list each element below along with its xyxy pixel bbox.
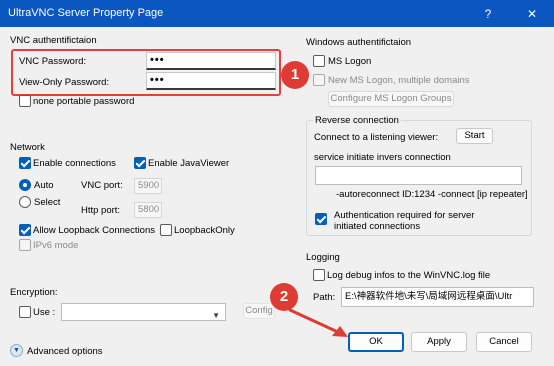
ipv6-label: IPv6 mode xyxy=(33,240,79,251)
loopback-only-label: LoopbackOnly xyxy=(174,225,235,236)
start-button[interactable]: Start xyxy=(456,128,493,144)
auto-radio[interactable] xyxy=(19,179,31,191)
none-portable-label: none portable password xyxy=(33,96,135,107)
enable-connections-label: Enable connections xyxy=(33,158,116,169)
highlight-box-passwords xyxy=(11,49,281,96)
expand-chevron-icon[interactable]: ▼ xyxy=(10,344,23,357)
vnc-port-label: VNC port: xyxy=(81,180,123,191)
new-ms-logon-label: New MS Logon, multiple domains xyxy=(328,75,470,86)
allow-loopback-label: Allow Loopback Connections xyxy=(33,225,155,236)
auth-required-line2: initiated connections xyxy=(334,221,421,232)
allow-loopback-checkbox[interactable] xyxy=(19,224,31,236)
select-label: Select xyxy=(34,197,61,208)
apply-button[interactable]: Apply xyxy=(411,332,467,352)
auth-required-checkbox[interactable] xyxy=(315,213,327,225)
encryption-use-label: Use : xyxy=(33,307,56,318)
none-portable-checkbox[interactable] xyxy=(19,95,31,107)
reverse-connection-heading: Reverse connection xyxy=(313,115,401,126)
autoreconnect-hint: -autoreconnect ID:1234 -connect [ip repe… xyxy=(336,189,528,200)
logging-heading: Logging xyxy=(306,252,340,263)
ms-logon-checkbox[interactable] xyxy=(313,55,325,67)
vnc-port-input[interactable]: 5900 xyxy=(134,178,162,194)
auto-label: Auto xyxy=(34,180,54,191)
encryption-heading: Encryption: xyxy=(10,287,58,298)
http-port-label: Http port: xyxy=(81,205,121,216)
chevron-down-icon: ▼ xyxy=(212,311,220,320)
new-ms-logon-checkbox[interactable] xyxy=(313,74,325,86)
ms-logon-label: MS Logon xyxy=(328,56,372,67)
advanced-options-label[interactable]: Advanced options xyxy=(27,346,103,357)
ipv6-checkbox[interactable] xyxy=(19,239,31,251)
enable-javaviewer-checkbox[interactable] xyxy=(134,157,146,169)
service-initiate-label: service initiate invers connection xyxy=(314,152,451,163)
select-radio[interactable] xyxy=(19,196,31,208)
path-input[interactable]: E:\神器软件地\未写\局域网远程桌面\Ultr xyxy=(341,287,534,307)
network-heading: Network xyxy=(10,142,45,153)
windows-auth-heading: Windows authentifictaion xyxy=(306,37,412,48)
configure-ms-logon-button[interactable]: Configure MS Logon Groups xyxy=(328,91,454,107)
close-button[interactable]: ✕ xyxy=(510,0,554,27)
http-port-input[interactable]: 5800 xyxy=(134,202,162,218)
vnc-auth-heading: VNC authentifictaion xyxy=(10,35,97,46)
loopback-only-checkbox[interactable] xyxy=(160,224,172,236)
enable-connections-checkbox[interactable] xyxy=(19,157,31,169)
encryption-use-checkbox[interactable] xyxy=(19,306,31,318)
enable-javaviewer-label: Enable JavaViewer xyxy=(148,158,230,169)
annotation-badge-1: 1 xyxy=(281,61,309,89)
log-debug-checkbox[interactable] xyxy=(313,269,325,281)
log-debug-label: Log debug infos to the WinVNC.log file xyxy=(327,270,491,281)
annotation-arrow xyxy=(288,308,348,337)
auth-required-line1: Authentication required for server xyxy=(334,210,475,221)
connect-viewer-label: Connect to a listening viewer: xyxy=(314,132,439,143)
window-title: UltraVNC Server Property Page xyxy=(8,7,164,19)
cancel-button[interactable]: Cancel xyxy=(476,332,532,352)
title-bar: UltraVNC Server Property Page ? ✕ xyxy=(0,0,554,27)
help-button[interactable]: ? xyxy=(466,0,510,27)
service-initiate-input[interactable] xyxy=(315,166,522,185)
encryption-combo[interactable]: ▼ xyxy=(61,303,226,321)
